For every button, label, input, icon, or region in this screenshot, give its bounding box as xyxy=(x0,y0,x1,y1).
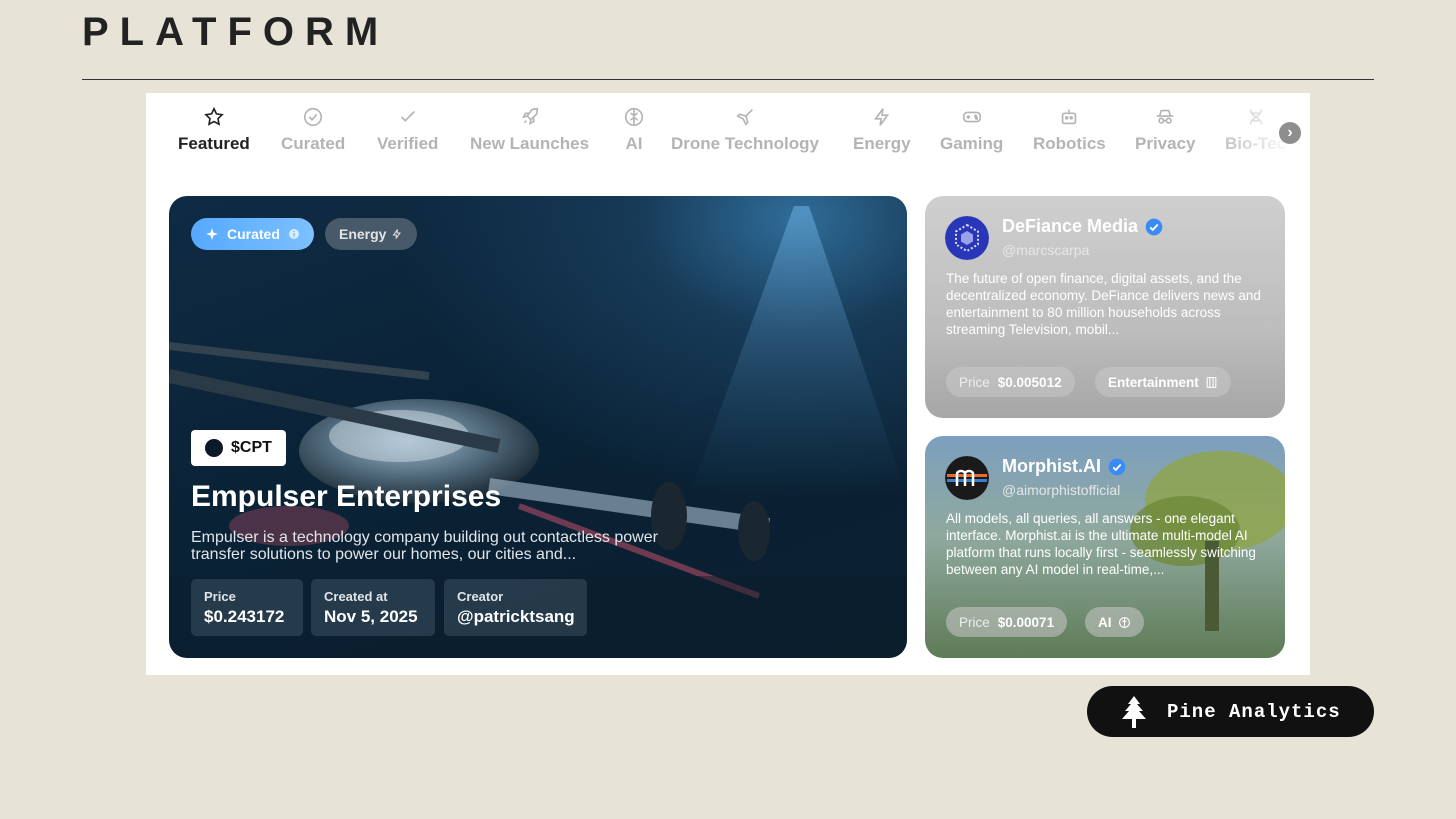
category-tabs: Featured Curated Verified New Launches A… xyxy=(146,93,1310,173)
category-label: Entertainment xyxy=(1108,374,1199,390)
chevron-right-icon: › xyxy=(1287,124,1293,141)
tab-verified[interactable]: Verified xyxy=(377,106,438,154)
curated-badge[interactable]: Curated xyxy=(191,218,314,250)
project-description: The future of open finance, digital asse… xyxy=(946,271,1261,337)
plane-icon xyxy=(736,109,753,126)
tab-label: Gaming xyxy=(940,134,1004,153)
project-name[interactable]: Empulser Enterprises xyxy=(191,480,501,514)
creator-stat[interactable]: Creator @patricktsang xyxy=(444,579,587,636)
price-label: Price xyxy=(959,614,990,630)
slide-title: PLATFORM xyxy=(82,10,390,54)
project-description: All models, all queries, all answers - o… xyxy=(946,511,1256,577)
brand-name: Pine Analytics xyxy=(1167,700,1341,723)
title-divider xyxy=(82,79,1374,80)
price-stat: Price $0.243172 xyxy=(191,579,303,636)
pine-analytics-logo: Pine Analytics xyxy=(1087,686,1374,737)
tab-featured[interactable]: Featured xyxy=(178,106,250,154)
tab-robotics[interactable]: Robotics xyxy=(1033,106,1106,154)
project-card-morphist[interactable]: Morphist.AI @aimorphistofficial All mode… xyxy=(925,436,1285,658)
price-pill: Price $0.00071 xyxy=(946,607,1068,637)
tab-privacy[interactable]: Privacy xyxy=(1135,106,1196,154)
category-pill[interactable]: Entertainment xyxy=(1095,367,1231,397)
tab-energy[interactable]: Energy xyxy=(853,106,911,154)
project-name-text: Morphist.AI xyxy=(1002,456,1101,476)
stat-value: @patricktsang xyxy=(457,607,575,626)
tab-bio-tech[interactable]: Bio-Tec xyxy=(1225,106,1286,154)
dna-icon xyxy=(1249,109,1262,125)
sparkle-icon xyxy=(206,228,218,240)
curated-badge-label: Curated xyxy=(227,226,280,242)
token-icon xyxy=(205,439,223,457)
info-icon xyxy=(288,229,299,239)
price-value: $0.005012 xyxy=(997,374,1062,390)
created-at-stat: Created at Nov 5, 2025 xyxy=(311,579,435,636)
price-value: $0.00071 xyxy=(997,614,1055,630)
tab-curated[interactable]: Curated xyxy=(281,106,345,154)
price-label: Price xyxy=(959,374,990,390)
tab-label: Privacy xyxy=(1135,134,1196,153)
stat-label: Creator xyxy=(457,589,504,604)
verified-icon xyxy=(1145,218,1163,235)
defiance-avatar xyxy=(945,216,989,260)
tab-label: New Launches xyxy=(470,134,590,153)
tab-ai[interactable]: AI xyxy=(623,106,645,154)
gamepad-icon xyxy=(962,111,981,123)
robot-icon xyxy=(1062,109,1077,125)
category-pill[interactable]: AI xyxy=(1085,607,1144,637)
project-name-text: DeFiance Media xyxy=(1002,216,1139,236)
stat-value: Nov 5, 2025 xyxy=(324,607,418,626)
check-circle-icon xyxy=(304,107,323,127)
stat-label: Created at xyxy=(324,589,388,604)
project-handle[interactable]: @aimorphistofficial xyxy=(1002,482,1120,498)
verified-icon xyxy=(1108,458,1126,475)
tabs-next-button[interactable]: › xyxy=(1279,122,1301,144)
tab-new-launches[interactable]: New Launches xyxy=(470,106,589,154)
bolt-icon xyxy=(392,229,402,239)
tab-label: Featured xyxy=(178,134,250,153)
tab-label: Drone Technology xyxy=(671,134,819,153)
brain-icon xyxy=(1118,616,1130,628)
project-name[interactable]: Morphist.AI xyxy=(1002,456,1127,477)
pine-tree-icon xyxy=(1122,695,1146,728)
brain-icon xyxy=(624,107,644,127)
tab-label: Robotics xyxy=(1033,134,1106,153)
platform-screenshot: Featured Curated Verified New Launches A… xyxy=(146,93,1310,675)
featured-card[interactable]: Curated Energy $CPT Empulser Enterprises… xyxy=(169,196,907,658)
film-icon xyxy=(1206,376,1217,388)
tab-gaming[interactable]: Gaming xyxy=(940,106,1003,154)
category-badge-label: Energy xyxy=(339,226,387,242)
check-icon xyxy=(400,110,415,122)
star-icon xyxy=(204,106,224,126)
morphist-avatar xyxy=(945,456,989,500)
tab-label: Curated xyxy=(281,134,346,153)
ticker-badge: $CPT xyxy=(191,430,286,466)
stat-value: $0.243172 xyxy=(204,607,285,626)
price-pill: Price $0.005012 xyxy=(946,367,1075,397)
tab-drone-technology[interactable]: Drone Technology xyxy=(671,106,819,154)
tab-label: AI xyxy=(625,134,643,153)
bolt-icon xyxy=(873,108,889,126)
project-handle[interactable]: @marcscarpa xyxy=(1002,242,1089,258)
tab-label: Verified xyxy=(377,134,439,153)
tab-label: Bio-Tec xyxy=(1225,134,1287,153)
project-name[interactable]: DeFiance Media xyxy=(1002,216,1164,237)
stat-label: Price xyxy=(204,589,236,604)
incognito-icon xyxy=(1157,109,1174,124)
project-card-defiance[interactable]: DeFiance Media @marcscarpa The future of… xyxy=(925,196,1285,418)
project-description: Empulser is a technology company buildin… xyxy=(191,529,658,563)
category-badge[interactable]: Energy xyxy=(325,218,418,250)
category-label: AI xyxy=(1098,614,1112,630)
tab-label: Energy xyxy=(853,134,911,153)
ticker-symbol: $CPT xyxy=(231,439,272,456)
rocket-icon xyxy=(521,107,538,125)
